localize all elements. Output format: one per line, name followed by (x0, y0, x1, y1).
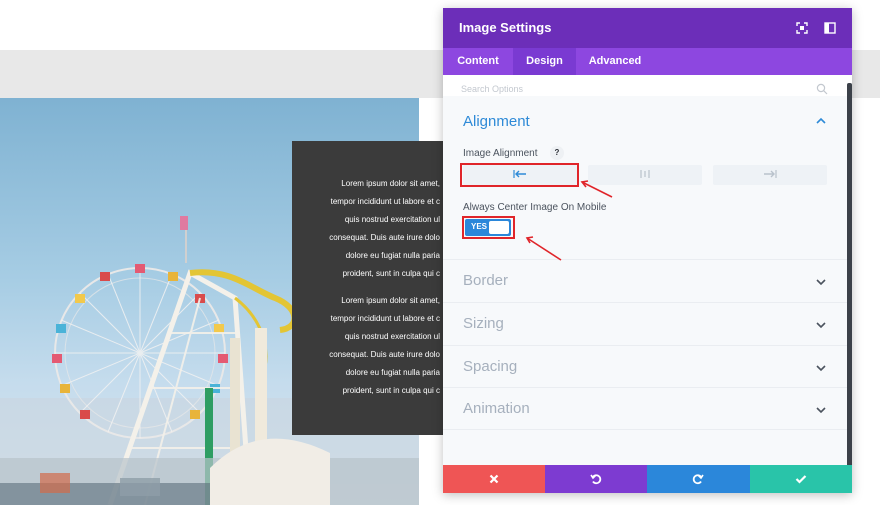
lorem-paragraph-1: Lorem ipsum dolor sit amet, tempor incid… (292, 175, 452, 283)
para-line: tempor incididunt ut labore et c (330, 197, 440, 206)
align-center-icon (640, 170, 650, 178)
undo-icon (590, 474, 602, 485)
divider (443, 302, 847, 303)
divider (443, 259, 847, 260)
section-title-sizing[interactable]: Sizing (463, 315, 504, 332)
search-icon[interactable] (816, 83, 828, 95)
divider (443, 387, 847, 388)
redo-button[interactable] (647, 465, 750, 493)
save-button[interactable] (750, 465, 852, 493)
text-overlay-box: Lorem ipsum dolor sit amet, tempor incid… (292, 141, 452, 435)
scrollbar-thumb[interactable] (847, 83, 852, 473)
tab-design[interactable]: Design (513, 48, 576, 75)
section-title-border[interactable]: Border (463, 272, 508, 289)
section-title-spacing[interactable]: Spacing (463, 358, 517, 375)
annotation-highlight-toggle (462, 216, 515, 239)
para-line: consequat. Duis aute irure dolo (329, 233, 440, 242)
close-button[interactable] (443, 465, 545, 493)
checkmark-icon (795, 475, 807, 484)
modal-title: Image Settings (459, 20, 552, 35)
lorem-paragraph-2: Lorem ipsum dolor sit amet, tempor incid… (292, 292, 452, 400)
para-line: quis nostrud exercitation ul (344, 332, 440, 341)
para-line: dolore eu fugiat nulla paria (345, 368, 440, 377)
tab-advanced[interactable]: Advanced (579, 48, 651, 75)
chevron-down-icon[interactable] (815, 319, 827, 331)
align-right-button[interactable] (713, 165, 827, 185)
dock-sidebar-icon[interactable] (823, 21, 837, 35)
annotation-highlight-alignment (460, 163, 579, 187)
image-alignment-label: Image Alignment (463, 148, 538, 159)
section-title-animation[interactable]: Animation (463, 400, 530, 417)
align-right-icon (764, 170, 777, 178)
modal-header: Image Settings (443, 8, 852, 48)
redo-icon (692, 474, 704, 485)
para-line: dolore eu fugiat nulla paria (345, 251, 440, 260)
para-line: Lorem ipsum dolor sit amet, (341, 179, 440, 188)
search-input[interactable] (461, 82, 801, 96)
fullscreen-icon[interactable] (795, 21, 809, 35)
para-line: Lorem ipsum dolor sit amet, (341, 296, 440, 305)
para-line: tempor incididunt ut labore et c (330, 314, 440, 323)
undo-button[interactable] (545, 465, 647, 493)
modal-tabs: Content Design Advanced (443, 48, 852, 75)
para-line: proident, sunt in culpa qui c (342, 269, 440, 278)
section-title-alignment[interactable]: Alignment (463, 113, 530, 130)
divider (443, 429, 847, 430)
para-line: proident, sunt in culpa qui c (342, 386, 440, 395)
para-line: quis nostrud exercitation ul (344, 215, 440, 224)
tab-content[interactable]: Content (443, 48, 513, 75)
para-line: consequat. Duis aute irure dolo (329, 350, 440, 359)
close-icon (489, 474, 499, 484)
divider (443, 345, 847, 346)
chevron-up-icon[interactable] (815, 115, 827, 127)
help-icon[interactable]: ? (550, 146, 564, 160)
chevron-down-icon[interactable] (815, 276, 827, 288)
align-center-button[interactable] (588, 165, 702, 185)
image-settings-modal: Image Settings Content Design Advanced S… (443, 8, 852, 493)
center-mobile-label: Always Center Image On Mobile (463, 202, 607, 213)
chevron-down-icon[interactable] (815, 362, 827, 374)
chevron-down-icon[interactable] (815, 404, 827, 416)
screen: Lorem ipsum dolor sit amet, tempor incid… (0, 0, 880, 505)
